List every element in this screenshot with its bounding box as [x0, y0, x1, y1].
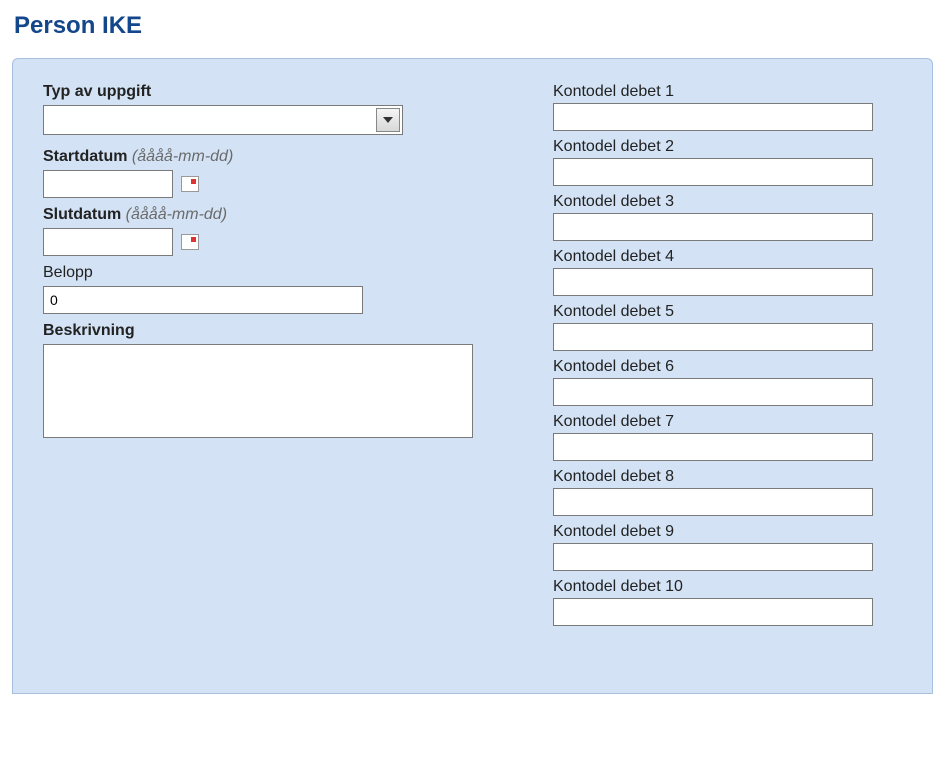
- kontodel-debet-3-label: Kontodel debet 3: [553, 193, 883, 211]
- typ-av-uppgift-field: Typ av uppgift: [43, 83, 483, 140]
- kontodel-debet-6-input[interactable]: [553, 378, 873, 406]
- chevron-down-icon[interactable]: [376, 108, 400, 132]
- kontodel-debet-7-input[interactable]: [553, 433, 873, 461]
- kontodel-debet-2-field: Kontodel debet 2: [553, 138, 883, 186]
- kontodel-debet-3-input[interactable]: [553, 213, 873, 241]
- slutdatum-input[interactable]: [43, 228, 173, 256]
- page-title: Person IKE: [14, 12, 933, 40]
- kontodel-debet-9-label: Kontodel debet 9: [553, 523, 883, 541]
- kontodel-debet-10-input[interactable]: [553, 598, 873, 626]
- kontodel-debet-6-label: Kontodel debet 6: [553, 358, 883, 376]
- kontodel-debet-4-input[interactable]: [553, 268, 873, 296]
- belopp-label: Belopp: [43, 264, 483, 282]
- slutdatum-label: Slutdatum (åååå-mm-dd): [43, 206, 483, 224]
- kontodel-debet-9-field: Kontodel debet 9: [553, 523, 883, 571]
- kontodel-debet-5-input[interactable]: [553, 323, 873, 351]
- startdatum-hint: (åååå-mm-dd): [132, 148, 233, 165]
- startdatum-label-text: Startdatum: [43, 148, 127, 165]
- beskrivning-field: Beskrivning: [43, 322, 483, 443]
- kontodel-debet-1-input[interactable]: [553, 103, 873, 131]
- calendar-icon[interactable]: [181, 176, 199, 192]
- startdatum-field: Startdatum (åååå-mm-dd): [43, 148, 483, 198]
- belopp-input[interactable]: [43, 286, 363, 314]
- typ-av-uppgift-select[interactable]: [43, 105, 403, 135]
- kontodel-debet-8-field: Kontodel debet 8: [553, 468, 883, 516]
- kontodel-debet-9-input[interactable]: [553, 543, 873, 571]
- typ-av-uppgift-value: [44, 106, 402, 114]
- kontodel-debet-8-label: Kontodel debet 8: [553, 468, 883, 486]
- kontodel-debet-10-field: Kontodel debet 10: [553, 578, 883, 626]
- kontodel-debet-3-field: Kontodel debet 3: [553, 193, 883, 241]
- startdatum-input[interactable]: [43, 170, 173, 198]
- kontodel-debet-6-field: Kontodel debet 6: [553, 358, 883, 406]
- kontodel-debet-1-field: Kontodel debet 1: [553, 83, 883, 131]
- kontodel-debet-2-label: Kontodel debet 2: [553, 138, 883, 156]
- belopp-field: Belopp: [43, 264, 483, 314]
- kontodel-debet-1-label: Kontodel debet 1: [553, 83, 883, 101]
- slutdatum-label-text: Slutdatum: [43, 206, 121, 223]
- kontodel-debet-10-label: Kontodel debet 10: [553, 578, 883, 596]
- kontodel-debet-5-field: Kontodel debet 5: [553, 303, 883, 351]
- kontodel-debet-7-field: Kontodel debet 7: [553, 413, 883, 461]
- beskrivning-input[interactable]: [43, 344, 473, 438]
- typ-av-uppgift-label: Typ av uppgift: [43, 83, 483, 101]
- left-column: Typ av uppgift Startdatum (åååå-mm-dd) S…: [43, 83, 483, 633]
- right-column: Kontodel debet 1 Kontodel debet 2 Kontod…: [553, 83, 883, 633]
- slutdatum-hint: (åååå-mm-dd): [126, 206, 227, 223]
- kontodel-debet-2-input[interactable]: [553, 158, 873, 186]
- kontodel-debet-4-label: Kontodel debet 4: [553, 248, 883, 266]
- beskrivning-label: Beskrivning: [43, 322, 483, 340]
- kontodel-debet-4-field: Kontodel debet 4: [553, 248, 883, 296]
- slutdatum-field: Slutdatum (åååå-mm-dd): [43, 206, 483, 256]
- calendar-icon[interactable]: [181, 234, 199, 250]
- startdatum-label: Startdatum (åååå-mm-dd): [43, 148, 483, 166]
- kontodel-debet-5-label: Kontodel debet 5: [553, 303, 883, 321]
- kontodel-debet-8-input[interactable]: [553, 488, 873, 516]
- kontodel-debet-7-label: Kontodel debet 7: [553, 413, 883, 431]
- form-panel: Typ av uppgift Startdatum (åååå-mm-dd) S…: [12, 58, 933, 694]
